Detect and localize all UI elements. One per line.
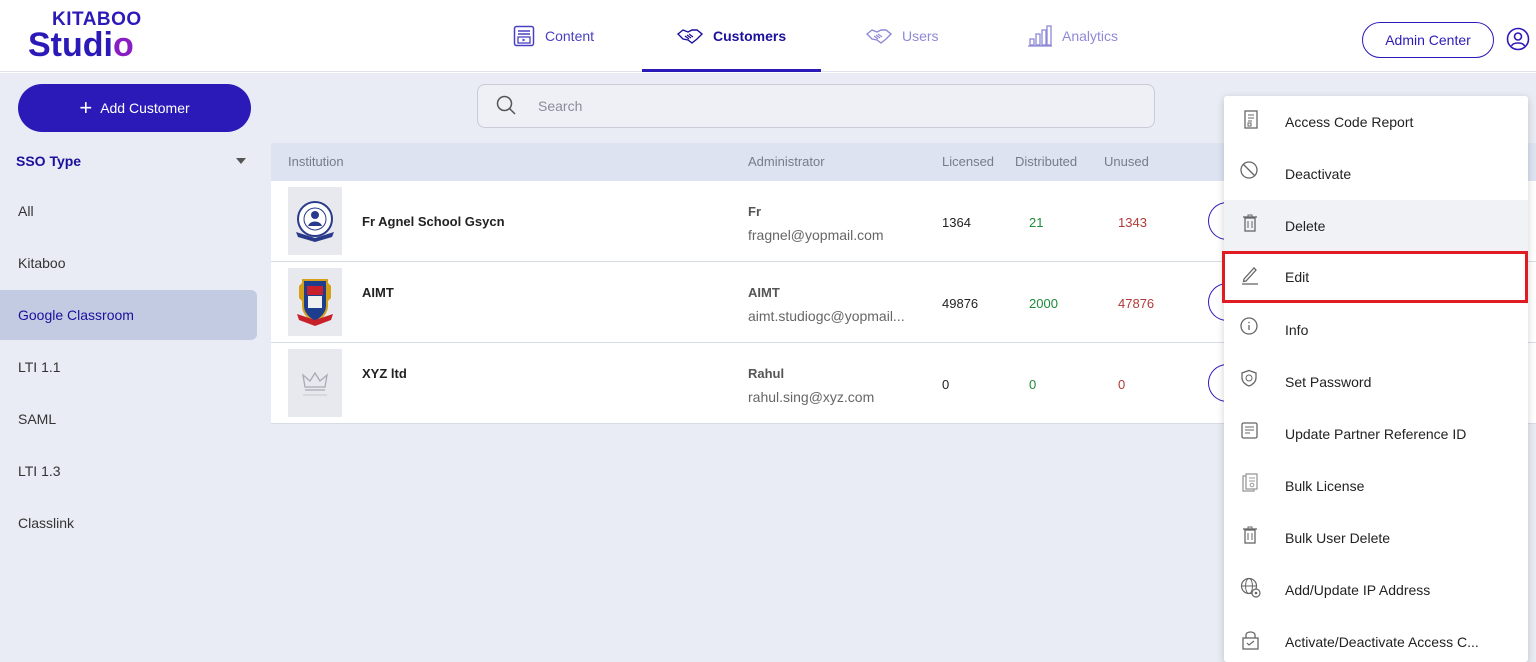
menu-item-delete[interactable]: Delete xyxy=(1224,200,1528,252)
ban-icon xyxy=(1240,161,1262,183)
sso-sidebar: + Add Customer SSO Type All Kitaboo Goog… xyxy=(0,73,271,662)
licensed-count: 1364 xyxy=(942,215,971,230)
licensed-count: 49876 xyxy=(942,296,979,311)
sso-item-saml[interactable]: SAML xyxy=(0,394,257,444)
sso-item-classlink[interactable]: Classlink xyxy=(0,498,257,548)
col-administrator: Administrator xyxy=(748,154,825,169)
institution-logo xyxy=(288,187,342,255)
nav-tab-users[interactable]: Users xyxy=(866,0,939,72)
sso-item-lti-1-3[interactable]: LTI 1.3 xyxy=(0,446,257,496)
report-icon xyxy=(1240,109,1262,131)
lock-icon xyxy=(1240,629,1262,651)
unused-count: 47876 xyxy=(1118,296,1155,311)
col-distributed: Distributed xyxy=(1015,154,1078,169)
sso-item-google-classroom[interactable]: Google Classroom xyxy=(0,290,257,340)
menu-item-deactivate[interactable]: Deactivate xyxy=(1224,148,1528,200)
menu-label: Set Password xyxy=(1285,374,1372,390)
info-icon xyxy=(1240,317,1262,339)
menu-label: Activate/Deactivate Access C... xyxy=(1285,634,1479,650)
trash-icon xyxy=(1240,213,1262,235)
admin-email: rahul.sing@xyz.com xyxy=(748,389,875,405)
search-placeholder: Search xyxy=(538,98,583,114)
pencil-icon xyxy=(1240,264,1262,286)
menu-label: Add/Update IP Address xyxy=(1285,582,1431,598)
logo-accent: o xyxy=(112,26,134,64)
menu-label: Edit xyxy=(1285,269,1310,285)
logo-bottom-text: Studio xyxy=(28,26,158,64)
menu-label: Update Partner Reference ID xyxy=(1285,426,1467,442)
sso-item-kitaboo[interactable]: Kitaboo xyxy=(0,238,257,288)
admin-email: fragnel@yopmail.com xyxy=(748,227,884,243)
nav-analytics-label: Analytics xyxy=(1062,28,1119,44)
unused-count: 1343 xyxy=(1118,215,1147,230)
nav-tab-analytics[interactable]: Analytics xyxy=(1028,0,1118,72)
plus-icon: + xyxy=(79,95,93,120)
distributed-count: 21 xyxy=(1029,215,1044,230)
menu-item-add-update-ip-address[interactable]: Add/Update IP Address xyxy=(1224,564,1528,616)
menu-item-access-code-report[interactable]: Access Code Report xyxy=(1224,96,1528,148)
nav-tab-customers[interactable]: Customers xyxy=(641,0,822,72)
institution-logo xyxy=(288,268,342,336)
handshake-icon xyxy=(866,26,892,46)
nav-users-label: Users xyxy=(902,28,939,44)
institution-name: Fr Agnel School Gsycn xyxy=(362,214,505,229)
sso-type-label: SSO Type xyxy=(16,153,82,169)
institution-logo xyxy=(288,349,342,417)
licensed-count: 0 xyxy=(942,377,950,392)
menu-label: Info xyxy=(1285,322,1309,338)
shield-icon xyxy=(1240,369,1262,391)
institution-name: XYZ ltd xyxy=(362,366,407,381)
kitaboo-studio-logo[interactable]: KITABOO Studio xyxy=(28,10,158,64)
menu-item-activate-deactivate-access-code[interactable]: Activate/Deactivate Access C... xyxy=(1224,616,1528,662)
search-icon xyxy=(496,95,516,118)
distributed-count: 0 xyxy=(1029,377,1037,392)
id-card-icon xyxy=(1240,421,1262,443)
caret-down-icon xyxy=(236,158,246,164)
nav-content-label: Content xyxy=(545,28,595,44)
bulk-license-icon xyxy=(1240,473,1262,495)
menu-item-set-password[interactable]: Set Password xyxy=(1224,356,1528,408)
search-bar[interactable]: Search xyxy=(477,84,1155,128)
unused-count: 0 xyxy=(1118,377,1126,392)
sso-item-all[interactable]: All xyxy=(0,186,257,236)
add-customer-button[interactable]: + Add Customer xyxy=(18,84,251,132)
bar-chart-icon xyxy=(1028,25,1052,47)
sso-item-lti-1-1[interactable]: LTI 1.1 xyxy=(0,342,257,392)
logo-studi: Studi xyxy=(28,26,113,64)
admin-center-button[interactable]: Admin Center xyxy=(1362,22,1494,58)
col-unused: Unused xyxy=(1104,154,1149,169)
globe-icon xyxy=(1240,577,1262,599)
customer-actions-menu: Access Code Report Deactivate Delete Edi… xyxy=(1222,96,1528,662)
col-institution: Institution xyxy=(288,154,344,169)
content-icon xyxy=(513,25,535,47)
admin-name: Rahul xyxy=(748,366,785,381)
handshake-icon xyxy=(677,26,703,46)
nav-tab-content[interactable]: Content xyxy=(513,0,594,72)
nav-customers-label: Customers xyxy=(713,28,787,44)
distributed-count: 2000 xyxy=(1029,296,1058,311)
institution-name: AIMT xyxy=(362,285,394,300)
col-licensed: Licensed xyxy=(942,154,995,169)
trash-icon xyxy=(1240,525,1262,547)
user-profile-icon[interactable] xyxy=(1506,27,1530,56)
menu-item-edit[interactable]: Edit xyxy=(1222,251,1528,303)
menu-item-update-partner-reference-id[interactable]: Update Partner Reference ID xyxy=(1224,408,1528,460)
admin-name: AIMT xyxy=(748,285,780,300)
menu-item-bulk-license[interactable]: Bulk License xyxy=(1224,460,1528,512)
menu-item-info[interactable]: Info xyxy=(1224,304,1528,356)
menu-label: Access Code Report xyxy=(1285,114,1414,130)
top-header: KITABOO Studio Content Customers Users A… xyxy=(0,0,1536,72)
sso-type-dropdown[interactable]: SSO Type xyxy=(16,153,250,169)
admin-name: Fr xyxy=(748,204,761,219)
add-customer-label: Add Customer xyxy=(100,100,190,116)
menu-label: Bulk User Delete xyxy=(1285,530,1391,546)
menu-item-bulk-user-delete[interactable]: Bulk User Delete xyxy=(1224,512,1528,564)
menu-label: Deactivate xyxy=(1285,166,1352,182)
admin-email: aimt.studiogc@yopmail... xyxy=(748,308,905,324)
app-root: KITABOO Studio Content Customers Users A… xyxy=(0,0,1536,662)
menu-label: Bulk License xyxy=(1285,478,1365,494)
menu-label: Delete xyxy=(1285,218,1326,234)
